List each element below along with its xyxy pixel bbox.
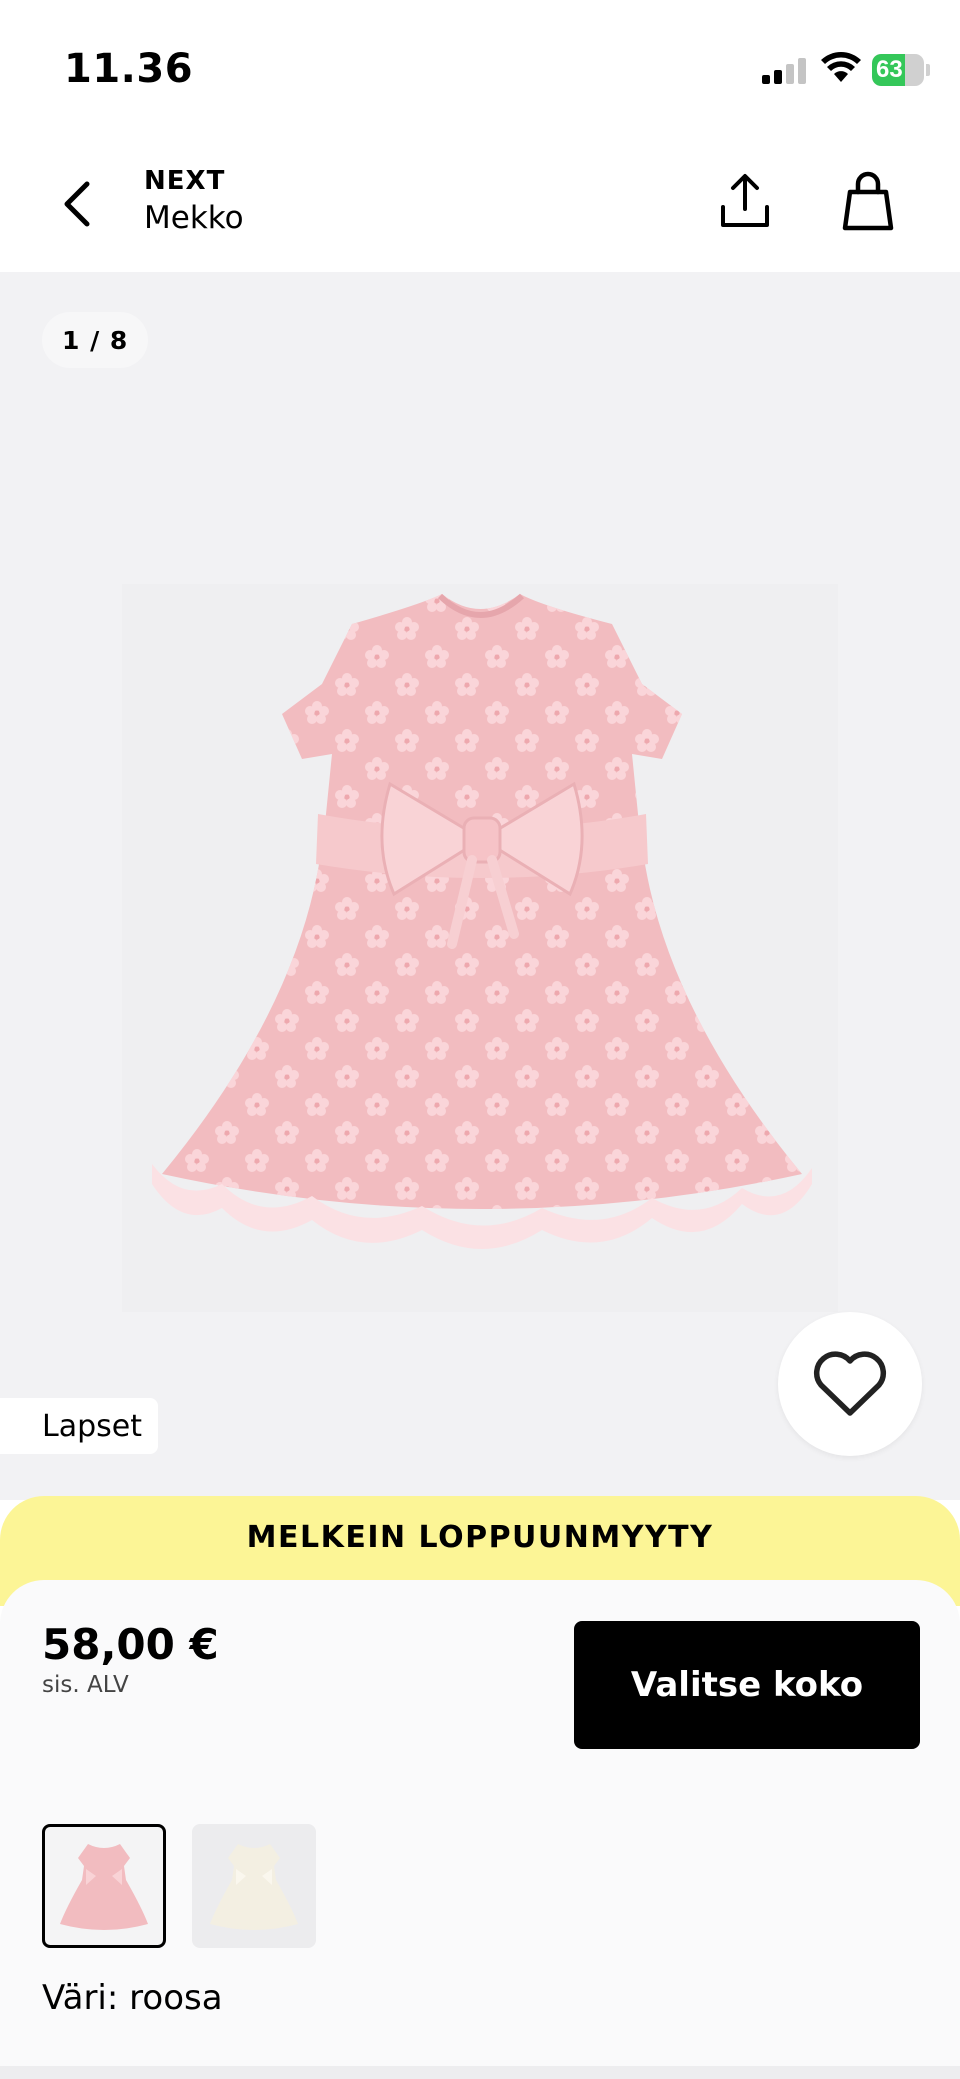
product-info-sheet: 58,00 € sis. ALV Valitse koko Väri: roos…	[0, 1580, 960, 2079]
favorite-button[interactable]	[778, 1312, 922, 1456]
color-label: Väri: roosa	[42, 1978, 223, 2018]
select-size-button[interactable]: Valitse koko	[574, 1621, 920, 1749]
category-tag: Lapset	[0, 1398, 158, 1454]
product-price: 58,00 €	[42, 1620, 219, 1669]
product-gallery[interactable]: 1 / 8 Lapset	[0, 272, 960, 1500]
color-swatch-pink[interactable]	[42, 1824, 166, 1948]
back-button[interactable]	[44, 172, 108, 236]
signal-icon	[762, 58, 806, 84]
color-swatches	[42, 1824, 316, 1948]
battery-icon: 63	[872, 54, 930, 86]
shopping-bag-icon	[842, 171, 894, 231]
color-swatch-cream[interactable]	[192, 1824, 316, 1948]
page-title: Mekko	[144, 200, 244, 236]
product-image[interactable]	[122, 584, 838, 1312]
chevron-left-icon	[64, 181, 90, 227]
share-icon	[721, 174, 769, 227]
vat-note: sis. ALV	[42, 1672, 129, 1698]
app-header: NEXT Mekko	[0, 140, 960, 272]
wifi-icon	[821, 52, 861, 82]
pink-dress-thumbnail	[60, 1844, 148, 1930]
brand-name: NEXT	[144, 166, 226, 196]
share-button[interactable]	[714, 166, 776, 236]
bottom-edge	[0, 2066, 960, 2079]
battery-percent: 63	[876, 56, 903, 83]
status-bar: 11.36 63	[0, 0, 960, 140]
heart-icon	[813, 1351, 887, 1416]
dress-illustration	[152, 593, 812, 1249]
stock-status-text: MELKEIN LOPPUUNMYYTY	[246, 1520, 714, 1555]
color-label-prefix: Väri:	[42, 1978, 119, 2018]
cream-dress-thumbnail	[210, 1844, 298, 1930]
color-label-value: roosa	[129, 1978, 223, 2018]
status-time: 11.36	[64, 46, 194, 92]
image-counter: 1 / 8	[42, 312, 149, 368]
cart-button[interactable]	[836, 166, 900, 236]
